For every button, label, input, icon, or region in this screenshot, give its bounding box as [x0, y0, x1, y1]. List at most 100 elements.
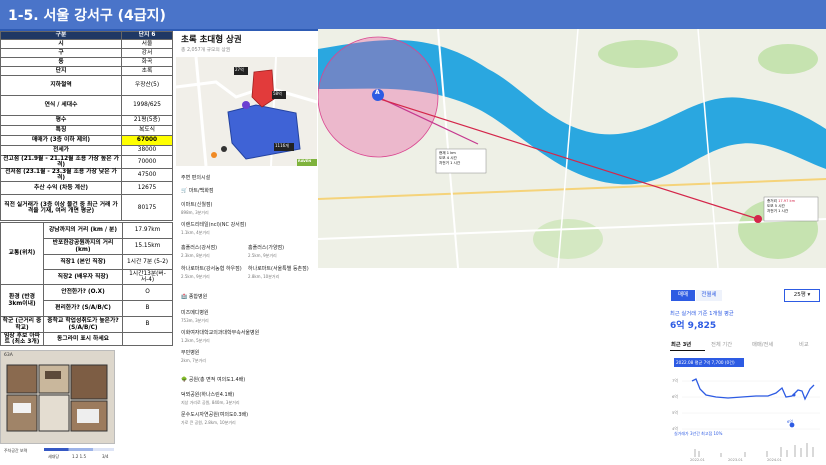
park-name[interactable]: 문수도시자연공원(여의도0.3배): [181, 411, 248, 418]
row-value: 초록: [121, 66, 173, 76]
hospital-dist: 1.2km, 5분거리: [181, 338, 210, 343]
chevron-down-icon: ▾: [807, 292, 811, 298]
amenity-dist: 2.5km, 9분거리: [248, 253, 277, 258]
row-value: [122, 331, 173, 347]
row-label: 시: [0, 39, 122, 49]
tab-sale-jeonse[interactable]: 매매/전세: [752, 340, 773, 348]
row-label: 동그라미 표시 하세요: [43, 331, 123, 347]
route-info-left: 현재 1 km 도보 4 시간 자전거 1 시간: [439, 151, 460, 166]
school-group: 학군 (근거리 중학교): [0, 316, 44, 333]
row-value: 47500: [121, 168, 173, 183]
hospital-name[interactable]: 이화여자대학교의과대학부속서울병원: [181, 329, 259, 336]
panel-subtitle: 총 2,057개 규모의 상권: [181, 48, 231, 53]
route-map[interactable]: A 현재 1 km 도보 4 시간 자전거 1 시간 총거리 17.97 km …: [318, 29, 826, 268]
info-val: 5 시간: [774, 204, 785, 208]
amenity-name[interactable]: 이랜드리테일(ncl)(NC 강서점): [181, 221, 246, 228]
row-label: 전세가: [0, 145, 122, 156]
amenity-name[interactable]: 하나로마트(강서농협 하우점): [181, 265, 242, 272]
amenity-dist: 2.3km, 8분거리: [181, 253, 210, 258]
chart-tooltip: 2022.08 평균 7억 7,700 (0건): [674, 358, 744, 367]
price-value: 6억 9,825: [670, 321, 717, 331]
parking-legend: 주차공간 보력 세대당 1.2 1.5 3/4: [2, 445, 117, 463]
slide-title-bar: 1-5. 서울 강서구 (4급지): [0, 0, 826, 29]
area-select[interactable]: 25평 ▾: [784, 289, 820, 302]
row-value: O: [122, 284, 173, 301]
row-label: 매매가 (3층 이하 제외): [0, 135, 122, 146]
info-val: 4 시간: [446, 156, 457, 160]
tab-compare[interactable]: 비교: [799, 340, 809, 348]
row-value: 1시간13분(버-서-4): [122, 269, 173, 285]
spec-table-grouped: 교통(위치) 강남까지의 거리 (km / 분) 17.97km 반포한강공원까…: [0, 222, 173, 347]
col-header-label: 구분: [0, 31, 122, 40]
col-header-value: 단지 6: [121, 31, 173, 40]
amenity-name[interactable]: 홈플러스(강서점): [181, 244, 217, 251]
x-axis-label: 2024.01: [767, 458, 782, 462]
map-pin-label: 1116개: [275, 143, 289, 148]
route-info-right: 총거리 17.97 km 도보 5 시간 자전거 1 시간: [767, 199, 795, 214]
info-key: 현재: [439, 151, 446, 155]
row-value: 21평(5층): [121, 115, 173, 126]
area-select-value: 25평: [793, 292, 806, 298]
price-line: [691, 378, 815, 401]
tab-all-period[interactable]: 전체 기간: [711, 340, 732, 348]
row-label: 직전 실거래가 (3층 이상 물건 중 최근 거래 가격을 기재, 여러 개면 …: [0, 194, 122, 222]
jeonse-toggle-button[interactable]: 전월세: [696, 290, 722, 301]
hospital-icon: 🏥: [181, 294, 189, 300]
cart-icon: 🛒: [181, 188, 189, 194]
map-pin-label: 27억: [235, 67, 244, 72]
row-value: 복도식: [121, 125, 173, 136]
tree-icon: 🌳: [181, 377, 189, 383]
y-axis-label: 5억: [672, 410, 678, 415]
panel-title: 초록 초대형 상권: [181, 35, 242, 45]
map-pin-label: 58억: [273, 91, 282, 96]
sale-toggle-button[interactable]: 매매: [671, 290, 695, 301]
park-name[interactable]: 덕뫼공원(하나스린4.1배): [181, 391, 234, 398]
park-dist: 지상 거리로 공원, 840m, 3분거리: [181, 400, 240, 405]
x-axis-label: 2022.01: [690, 458, 705, 462]
row-value: 서울: [121, 39, 173, 49]
park-dist: 가로 큰 공원, 2.8km, 10분거리: [181, 420, 236, 425]
row-value: 80175: [121, 194, 173, 222]
amenity-name[interactable]: 홈플러스(가양점): [248, 244, 284, 251]
hospital-dist: 2km, 7분거리: [181, 358, 206, 363]
map-brand: RAVEN: [298, 159, 312, 163]
legend-item: 3/4: [102, 454, 109, 459]
row-label: 반포한강공원까지의 거리 (km): [43, 238, 123, 255]
row-label: 전고점 (21.9월 - 21.12월 조용 가장 높은 가격): [0, 154, 122, 170]
legend-title: 주차공간 보력: [4, 448, 28, 453]
row-label: 강남까지의 거리 (km / 분): [43, 222, 123, 239]
amenity-dist: 898m, 3분거리: [181, 210, 209, 215]
amenity-dist: 2.8km, 10분거리: [248, 274, 280, 279]
amenity-dist: 1.1km, 4분거리: [181, 230, 210, 235]
row-label: 평수: [0, 115, 122, 126]
y-axis-label: 6억: [672, 394, 678, 399]
row-label: 중학교 학업성취도가 높은가? (S/A/B/C): [43, 316, 123, 333]
park-heading: 🌳 공원(총 면적 여의도1.4배): [181, 376, 245, 383]
row-value: B: [122, 300, 173, 317]
info-key: 도보: [767, 204, 774, 208]
legend-item: 1.2 1.5: [72, 454, 86, 459]
chart-note: 실거래가 3년간 최고점 10%: [674, 431, 723, 436]
floorplan-image: 63A: [0, 350, 115, 444]
tab-recent-3y[interactable]: 최근 3년: [671, 340, 691, 348]
row-label: 동: [0, 57, 122, 67]
district-map[interactable]: 27억 58억 1116개 RAVEN: [176, 57, 317, 166]
market-heading-label: 마트/백화점: [188, 188, 214, 194]
row-value: 38000: [121, 145, 173, 156]
hospital-heading-label: 종합병원: [188, 294, 208, 300]
hospital-name[interactable]: 미즈메디병원: [181, 309, 209, 316]
row-value: 화곡: [121, 57, 173, 67]
info-key: 자전거: [439, 161, 449, 165]
info-val: 17.97 km: [778, 199, 796, 203]
env-group: 환경 (반경 3km이내): [0, 284, 44, 317]
amenity-name[interactable]: 하나로마트(서울특별 등촌점): [248, 265, 309, 272]
legend-bar: [44, 448, 114, 451]
row-label: 직장1 (본인 직장): [43, 254, 123, 270]
hospital-name[interactable]: 부민병원: [181, 349, 199, 356]
info-key: 자전거: [767, 209, 777, 213]
amenity-name[interactable]: 이마트(신월점): [181, 201, 213, 208]
row-value: B: [122, 316, 173, 333]
row-value: 1998/625: [121, 95, 173, 116]
row-value: 1시간 7분 (5-2): [122, 254, 173, 270]
info-val: 1 시간: [450, 161, 461, 165]
